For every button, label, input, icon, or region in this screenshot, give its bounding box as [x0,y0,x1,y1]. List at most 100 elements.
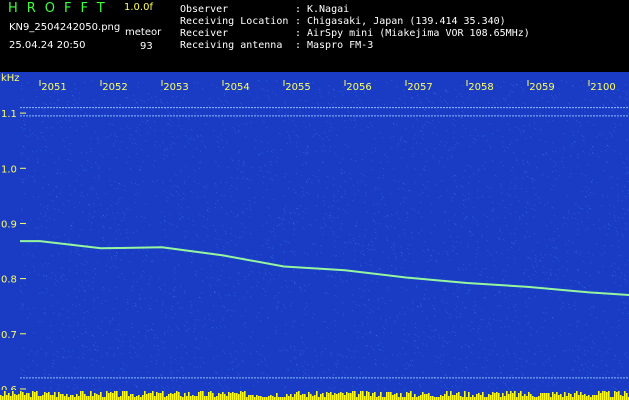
bottom-bar-segment [138,395,140,400]
bottom-bar-segment [6,395,8,400]
bottom-bar-segment [368,392,370,400]
bottom-bar-segment [330,392,332,400]
bottom-bar-segment [216,396,218,400]
bottom-bar-segment [392,395,394,400]
bottom-bar-segment [194,396,196,400]
bottom-bar-segment [302,394,304,400]
bottom-bar-segment [288,396,290,400]
bottom-bar-segment [512,393,514,400]
bottom-bar-segment [380,392,382,400]
bottom-bar-segment [166,396,168,400]
bottom-bar-segment [26,393,28,400]
bottom-bar-segment [136,396,138,400]
bottom-bar-segment [92,396,94,400]
bottom-bar-segment [230,393,232,400]
bottom-bar-segment [128,396,130,400]
app-logo: HROFFT [8,1,114,16]
bottom-bar-segment [352,391,354,400]
info-value-receiver: AirSpy mini (Miakejima VOR 108.65MHz) [307,28,530,39]
bottom-bar-segment [210,391,212,400]
bottom-bar-segment [468,392,470,400]
bottom-bar-segment [10,396,12,400]
bottom-bar-segment [422,392,424,400]
bottom-bar-segment [410,391,412,400]
x-tick-label: 2057 [407,82,432,93]
bottom-bar-segment [454,395,456,400]
bottom-bar-segment [176,391,178,400]
bottom-bar-segment [472,395,474,400]
bottom-bar-segment [256,395,258,400]
bottom-bar-segment [186,396,188,400]
bottom-bar-segment [420,395,422,400]
bottom-bar-segment [528,392,530,400]
bottom-bar-segment [428,393,430,400]
bottom-bar-segment [132,394,134,400]
bottom-bar-segment [242,392,244,400]
bottom-bar-segment [18,394,20,400]
bottom-bar-segment [120,396,122,400]
bottom-bar-segment [252,395,254,400]
bottom-bar-segment [42,395,44,400]
bottom-bar-segment [396,393,398,400]
bottom-bar-segment [316,391,318,400]
bottom-bar-segment [32,391,34,400]
bottom-bar-segment [584,394,586,400]
bottom-bar-segment [452,395,454,400]
left-axis-strip [0,72,20,400]
bottom-bar-segment [442,396,444,400]
bottom-power-bar [0,390,629,400]
bottom-bar-segment [556,392,558,400]
bottom-bar-segment [192,395,194,400]
bottom-bar-segment [70,395,72,400]
bottom-bar-segment [568,393,570,400]
bottom-bar-segment [66,394,68,400]
bottom-bar-segment [156,392,158,400]
y-tick-label: 1.1 [1,109,17,120]
bottom-bar-segment [446,391,448,400]
bottom-bar-segment [588,395,590,400]
bottom-bar-segment [576,391,578,400]
bottom-bar-segment [76,394,78,400]
bottom-bar-segment [0,395,2,400]
bottom-bar-segment [236,393,238,400]
bottom-bar-segment [348,393,350,400]
bottom-bar-segment [286,394,288,400]
info-colon: : [295,16,302,27]
bottom-bar-segment [94,393,96,400]
bottom-bar-segment [548,393,550,400]
bottom-bar-segment [64,396,66,400]
bottom-bar-segment [16,395,18,400]
bottom-bar-segment [552,392,554,400]
bottom-bar-segment [320,394,322,400]
bottom-bar-segment [314,395,316,400]
bottom-bar-segment [208,392,210,400]
bottom-bar-segment [322,393,324,400]
info-value-location: Chigasaki, Japan (139.414 35.340) [307,16,506,27]
bottom-bar-segment [394,394,396,400]
bottom-bar-segment [72,395,74,400]
bottom-bar-segment [360,391,362,400]
bottom-bar-segment [84,394,86,400]
info-label-location: Receiving Location [180,16,289,27]
bottom-bar-segment [400,393,402,400]
bottom-bar-segment [174,393,176,400]
bottom-bar-segment [226,396,228,400]
bottom-bar-segment [580,392,582,400]
bottom-bar-segment [566,396,568,400]
bottom-bar-segment [558,395,560,400]
bottom-bar-segment [234,393,236,400]
bottom-bar-segment [196,396,198,400]
info-colon: : [295,28,302,39]
bottom-bar-segment [54,392,56,400]
bottom-bar-segment [200,391,202,400]
bottom-bar-segment [328,393,330,400]
bottom-bar-segment [494,393,496,400]
x-tick-label: 2051 [41,82,66,93]
bottom-bar-segment [270,395,272,400]
bottom-bar-segment [362,391,364,400]
bottom-bar-segment [538,396,540,400]
bottom-bar-segment [418,396,420,400]
bottom-bar-segment [426,394,428,400]
bottom-bar-segment [62,394,64,400]
bottom-bar-segment [14,394,16,400]
